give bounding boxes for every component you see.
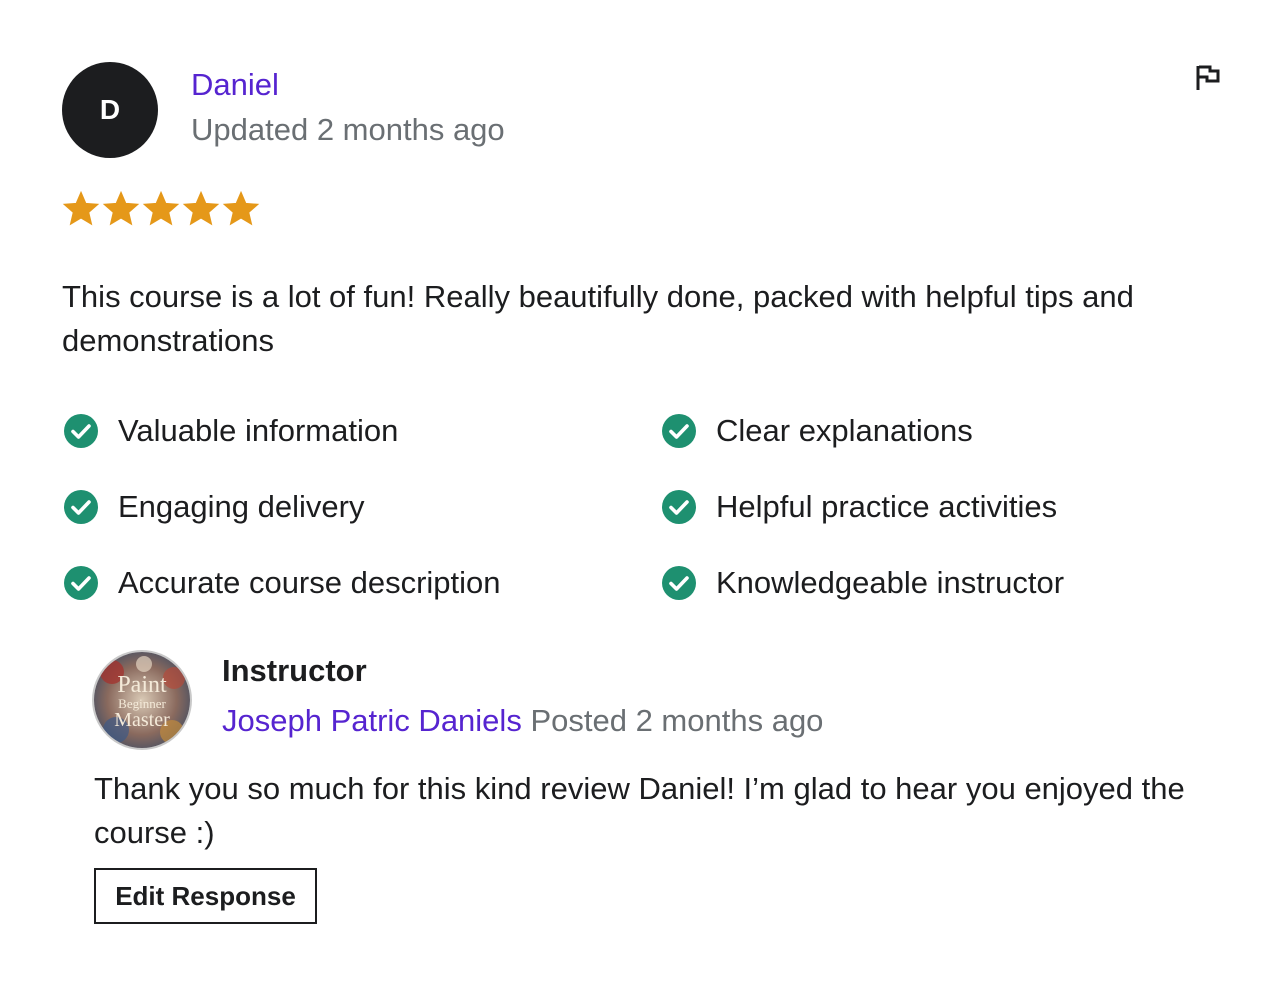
check-circle-icon <box>662 490 696 524</box>
star-icon <box>222 190 260 226</box>
reviewer-initial: D <box>99 94 121 125</box>
review-tag: Knowledgeable instructor <box>660 558 1222 608</box>
check-circle-icon <box>64 414 98 448</box>
instructor-avatar-image: Paint Beginner Master <box>94 652 190 748</box>
flag-icon[interactable] <box>1192 62 1224 94</box>
review-tag-label: Knowledgeable instructor <box>716 565 1065 600</box>
review-tag: Clear explanations <box>660 406 1222 456</box>
review-tag-label: Valuable information <box>118 413 399 448</box>
review-tag-label: Engaging delivery <box>118 489 365 524</box>
response-title: Instructor <box>222 653 367 688</box>
star-icon <box>182 190 220 226</box>
avatar-text-line-3: Master <box>114 709 170 731</box>
review-tags: Valuable information Clear explanations En… <box>62 406 1222 608</box>
review-tag-label: Accurate course description <box>118 565 501 600</box>
check-circle-icon <box>662 566 696 600</box>
review-tag-label: Clear explanations <box>716 413 973 448</box>
edit-response-button[interactable]: Edit Response <box>94 868 317 924</box>
review-tag: Helpful practice activities <box>660 482 1222 532</box>
star-icon <box>142 190 180 226</box>
instructor-avatar: Paint Beginner Master <box>94 652 190 748</box>
review-tag-label: Helpful practice activities <box>716 489 1058 524</box>
review-tag: Accurate course description <box>62 558 660 608</box>
star-rating <box>62 190 260 228</box>
star-icon <box>102 190 140 226</box>
instructor-name-link[interactable]: Joseph Patric Daniels <box>222 703 522 738</box>
response-text: Thank you so much for this kind review D… <box>94 771 1185 850</box>
review-text: This course is a lot of fun! Really beau… <box>62 279 1134 358</box>
response-meta: Joseph Patric Daniels Posted 2 months ag… <box>222 702 823 740</box>
review-tag: Valuable information <box>62 406 660 456</box>
review-updated-time: Updated 2 months ago <box>191 112 505 147</box>
check-circle-icon <box>64 490 98 524</box>
star-icon <box>62 190 100 226</box>
check-circle-icon <box>64 566 98 600</box>
reviewer-name-link[interactable]: Daniel <box>191 66 279 104</box>
review-card: D Daniel Updated 2 months ago This cours… <box>0 0 1286 984</box>
check-circle-icon <box>662 414 696 448</box>
reviewer-avatar: D <box>62 62 158 158</box>
review-tag: Engaging delivery <box>62 482 660 532</box>
response-posted-time: Posted 2 months ago <box>530 703 824 738</box>
avatar-text-line-1: Paint <box>117 672 167 698</box>
